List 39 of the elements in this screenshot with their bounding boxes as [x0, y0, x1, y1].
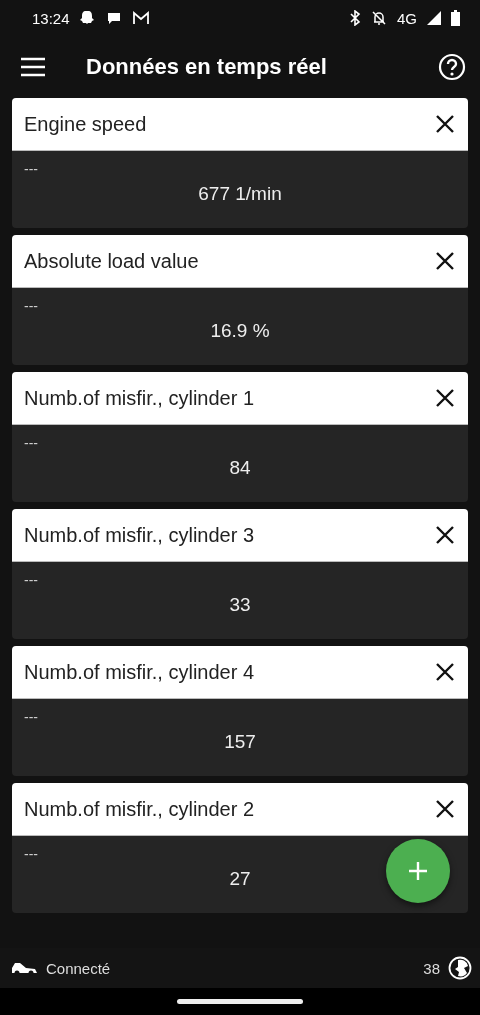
car-icon: [10, 960, 38, 976]
close-button[interactable]: [436, 526, 454, 544]
mail-icon: [131, 11, 150, 25]
card-value: 84: [229, 457, 251, 479]
card-title: Numb.of misfir., cylinder 4: [24, 660, 256, 684]
card-title: Engine speed: [24, 112, 148, 136]
card-title: Absolute load value: [24, 249, 200, 273]
card-subtitle: ---: [24, 846, 38, 862]
help-button[interactable]: [438, 53, 466, 81]
card-title: Numb.of misfir., cylinder 2: [24, 797, 256, 821]
card-subtitle: ---: [24, 435, 38, 451]
close-button[interactable]: [436, 252, 454, 270]
card-value: 677 1/min: [198, 183, 282, 205]
chat-icon: [105, 10, 122, 26]
close-button[interactable]: [436, 115, 454, 133]
reading-count: 38: [423, 959, 440, 977]
card-subtitle: ---: [24, 572, 38, 588]
page-title: Données en temps réel: [86, 54, 328, 80]
battery-icon: [451, 10, 460, 26]
card-subtitle: ---: [24, 161, 38, 177]
connection-status: Connecté: [46, 959, 111, 977]
close-button[interactable]: [436, 663, 454, 681]
plus-icon: [408, 861, 428, 881]
card-value: 33: [229, 594, 251, 616]
network-type: 4G: [397, 9, 417, 27]
close-button[interactable]: [436, 800, 454, 818]
card-value: 27: [229, 868, 251, 890]
bell-off-icon: [371, 10, 387, 26]
menu-button[interactable]: [20, 57, 46, 77]
card-value: 157: [224, 731, 256, 753]
bluetooth-icon: [349, 10, 361, 26]
card-subtitle: ---: [24, 298, 38, 314]
card-subtitle: ---: [24, 709, 38, 725]
card-title: Numb.of misfir., cylinder 3: [24, 523, 256, 547]
signal-icon: [427, 11, 441, 25]
status-time: 13:24: [32, 9, 70, 27]
close-button[interactable]: [436, 389, 454, 407]
card-title: Numb.of misfir., cylinder 1: [24, 386, 256, 410]
card-value: 16.9 %: [210, 320, 270, 342]
